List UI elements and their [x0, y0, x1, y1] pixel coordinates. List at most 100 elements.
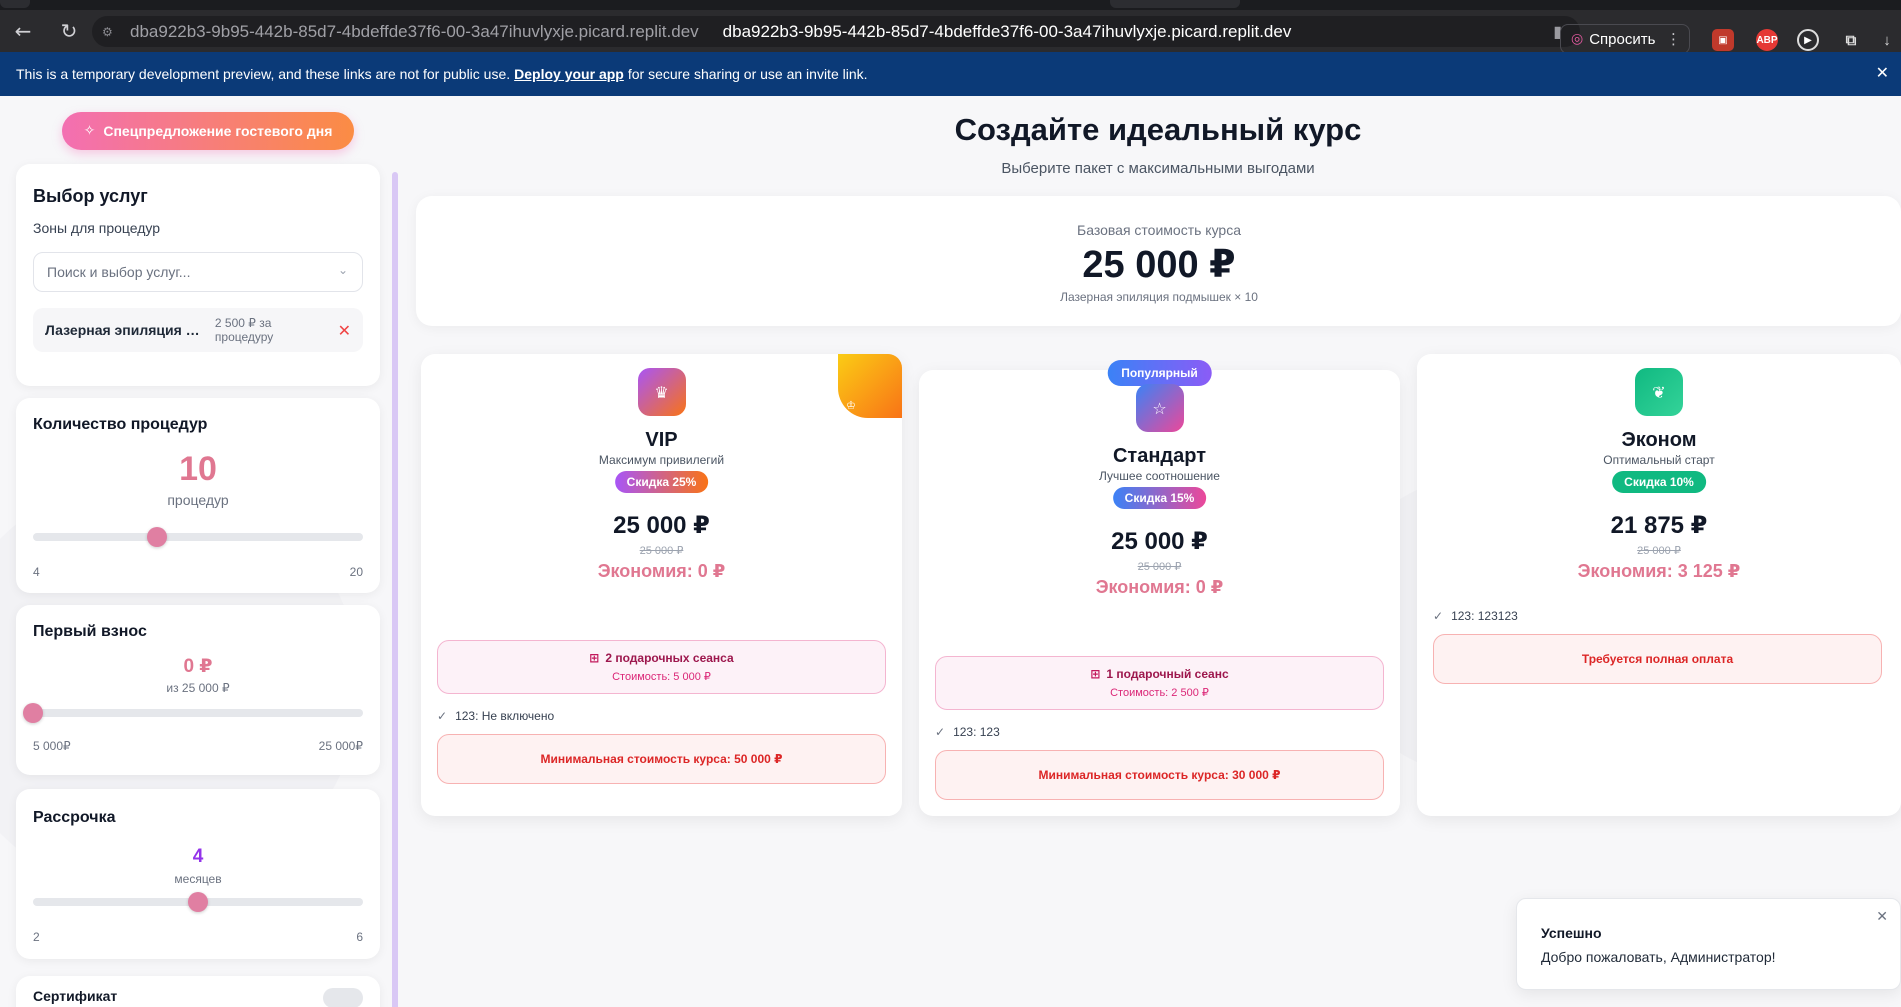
plan-desc: Максимум привилегий: [598, 453, 725, 467]
more-icon[interactable]: ⋮: [1666, 30, 1681, 48]
range-min: 2: [33, 930, 40, 944]
page-title: Создайте идеальный курс: [954, 112, 1362, 147]
gift-icon: ⊞: [589, 651, 600, 665]
download-icon[interactable]: ↓: [1876, 29, 1898, 51]
plan-card-standard[interactable]: Популярный ☆ Стандарт Лучшее соотношение…: [919, 360, 1400, 816]
payment-value: 0 ₽: [183, 656, 213, 677]
certificate-toggle[interactable]: [323, 988, 363, 1007]
popular-badge: Популярный: [1107, 360, 1212, 386]
count-value: 10: [179, 450, 217, 488]
slider-thumb[interactable]: [146, 527, 167, 547]
payment-total: из 25 000 ₽: [166, 681, 230, 695]
success-toast: Успешно Добро пожаловать, Администратор!…: [1516, 898, 1901, 990]
crown-icon: ♔: [838, 354, 902, 418]
ai-icon: ◎: [1571, 31, 1584, 47]
plan-warning: Минимальная стоимость курса: 50 000 ₽: [437, 734, 886, 784]
procedure-count-card: Количество процедур 10 процедур 4 20: [16, 398, 380, 593]
installment-slider[interactable]: [33, 892, 363, 912]
range-max: 20: [349, 565, 363, 579]
card-title: Рассрочка: [33, 809, 116, 826]
installment-unit: месяцев: [174, 872, 222, 886]
range-min: 5 000₽: [33, 739, 71, 753]
plan-price: 25 000 ₽: [613, 512, 710, 539]
media-icon[interactable]: ▶: [1797, 29, 1819, 51]
card-title: Первый взнос: [33, 623, 147, 640]
browser-tab[interactable]: [1110, 0, 1240, 8]
discount-badge: Скидка 10%: [1612, 471, 1706, 493]
plan-old-price: 25 000 ₽: [639, 545, 684, 557]
card-title: Выбор услуг: [33, 186, 148, 206]
slider-thumb[interactable]: [188, 892, 208, 912]
plan-feature: ✓ 123: 123: [935, 725, 1000, 739]
installment-value: 4: [192, 846, 204, 867]
plan-feature: ✓ 123: Не включено: [437, 709, 555, 723]
plan-price: 25 000 ₽: [1111, 528, 1208, 555]
browser-tab[interactable]: [0, 0, 30, 8]
url-title: dba922b3-9b95-442b-85d7-4bdeffde37f6-00-…: [722, 21, 1292, 41]
payment-slider[interactable]: [23, 703, 363, 723]
reload-icon[interactable]: ↻: [52, 14, 86, 48]
range-max: 25 000₽: [318, 739, 363, 753]
dev-preview-banner: This is a temporary development preview,…: [0, 52, 1901, 96]
remove-icon[interactable]: ✕: [338, 321, 351, 340]
star-icon: ☆: [1135, 384, 1184, 432]
plan-savings: Экономия: 0 ₽: [1095, 577, 1224, 597]
plan-desc: Оптимальный старт: [1603, 453, 1715, 467]
range-max: 6: [356, 930, 363, 944]
certificate-card: Сертификат: [16, 976, 380, 1007]
plan-old-price: 25 000 ₽: [1637, 545, 1681, 557]
base-cost-note: Лазерная эпиляция подмышек × 10: [1060, 290, 1258, 304]
selected-service-chip: Лазерная эпиляция подмышек 2 500 ₽ за пр…: [33, 308, 363, 352]
page-subtitle: Выберите пакет с максимальными выгодами: [1001, 160, 1315, 177]
crown-icon: ♛: [637, 368, 686, 416]
ask-button[interactable]: ◎ Спросить ⋮: [1560, 24, 1690, 54]
guest-day-offer-button[interactable]: ✧ Спецпредложение гостевого дня: [62, 112, 354, 150]
check-icon: ✓: [1433, 609, 1444, 623]
back-icon[interactable]: ←: [6, 14, 40, 48]
zones-label: Зоны для процедур: [33, 220, 161, 236]
check-icon: ✓: [437, 709, 448, 723]
gift-box: ⊞ 2 подарочных сеанса Стоимость: 5 000 ₽: [437, 640, 886, 694]
range-min: 4: [33, 565, 40, 579]
check-icon: ✓: [935, 725, 946, 739]
url-host: dba922b3-9b95-442b-85d7-4bdeffde37f6-00-…: [130, 21, 699, 41]
service-search-select[interactable]: Поиск и выбор услуг... ⌄: [33, 252, 363, 292]
leaf-icon: ❦: [1635, 368, 1683, 416]
extensions-icon[interactable]: ⧉: [1840, 29, 1862, 51]
count-unit: процедур: [167, 492, 229, 508]
sidebar: Выбор услуг Зоны для процедур Поиск и вы…: [16, 164, 380, 1007]
base-cost-price: 25 000 ₽: [1082, 244, 1236, 286]
count-slider[interactable]: [33, 527, 363, 547]
toast-title: Успешно: [1541, 925, 1602, 941]
extension-icon[interactable]: ▣: [1712, 29, 1734, 51]
plan-savings: Экономия: 0 ₽: [597, 561, 726, 581]
close-icon[interactable]: ✕: [1876, 63, 1889, 82]
slider-thumb[interactable]: [23, 703, 43, 723]
toast-message: Добро пожаловать, Администратор!: [1541, 949, 1776, 965]
sidebar-scrollbar[interactable]: [392, 172, 398, 1007]
plan-feature: ✓ 123: 123123: [1433, 609, 1518, 623]
card-title: Количество процедур: [33, 416, 208, 433]
plan-price: 21 875 ₽: [1610, 512, 1708, 539]
plan-name: Стандарт: [1112, 445, 1206, 467]
base-cost-card: Базовая стоимость курса 25 000 ₽ Лазерна…: [416, 196, 1901, 326]
installment-card: Рассрочка 4 месяцев 2 6: [16, 789, 380, 959]
adblock-icon[interactable]: ABP: [1756, 29, 1778, 51]
address-bar[interactable]: ⚙ dba922b3-9b95-442b-85d7-4bdeffde37f6-0…: [92, 16, 1580, 47]
browser-tab-strip: [0, 0, 1901, 10]
plan-name: Эконом: [1621, 429, 1697, 451]
site-info-icon[interactable]: ⚙: [102, 25, 116, 39]
plan-desc: Лучшее соотношение: [1099, 469, 1220, 483]
close-icon[interactable]: ✕: [1876, 909, 1888, 925]
plan-warning: Требуется полная оплата: [1433, 634, 1882, 684]
plan-card-econom[interactable]: ❦ Эконом Оптимальный старт Скидка 10% 21…: [1417, 354, 1901, 816]
chevron-down-icon: ⌄: [337, 263, 348, 277]
gift-box: ⊞ 1 подарочный сеанс Стоимость: 2 500 ₽: [935, 656, 1384, 710]
plan-card-vip[interactable]: ♔ ♛ VIP Максимум привилегий Скидка 25% 2…: [421, 354, 902, 816]
services-card: Выбор услуг Зоны для процедур Поиск и вы…: [16, 164, 380, 386]
plan-old-price: 25 000 ₽: [1137, 561, 1182, 573]
gift-icon: ⊞: [1090, 667, 1101, 681]
app-root: ✧ Спецпредложение гостевого дня Выбор ус…: [0, 96, 1901, 1007]
discount-badge: Скидка 15%: [1112, 487, 1207, 509]
deploy-link[interactable]: Deploy your app: [514, 66, 624, 82]
